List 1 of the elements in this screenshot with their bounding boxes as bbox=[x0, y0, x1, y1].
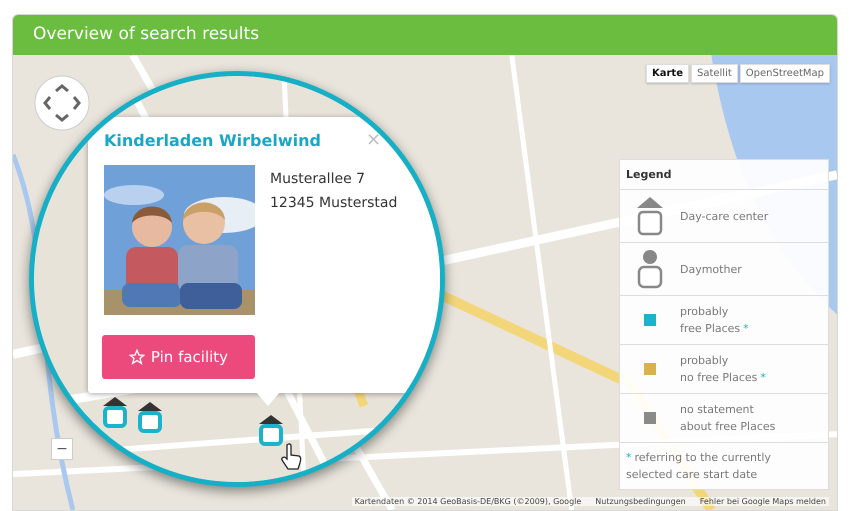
panel-title: Overview of search results bbox=[13, 15, 837, 55]
